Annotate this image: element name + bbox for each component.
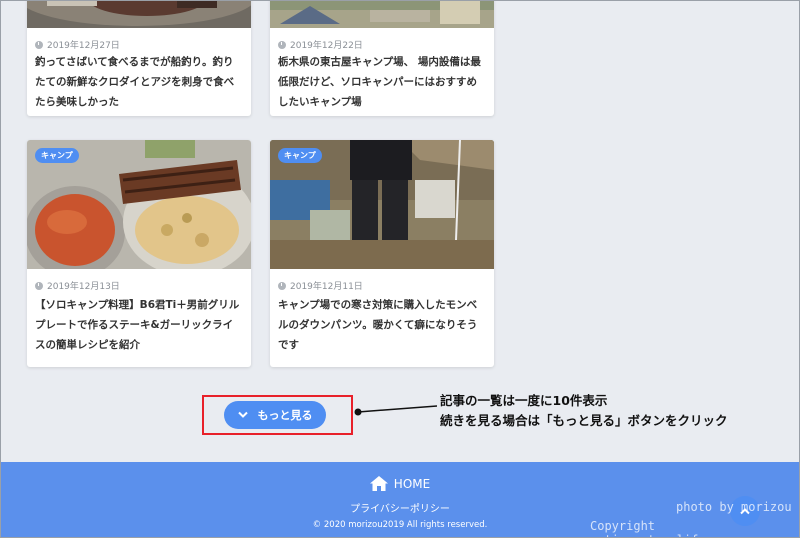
category-badge[interactable]: キャンプ [35, 148, 79, 163]
article-date-text: 2019年12月13日 [47, 282, 120, 292]
home-icon [369, 476, 388, 491]
article-thumbnail[interactable] [270, 0, 494, 28]
article-date: 2019年12月13日 [35, 279, 120, 292]
article-date: 2019年12月22日 [278, 38, 363, 51]
article-date: 2019年12月27日 [35, 38, 120, 51]
clock-icon [278, 281, 286, 290]
watermark-photo: photo by morizou [676, 500, 792, 514]
annotation-line2: 続きを見る場合は「もっと見る」ボタンをクリック [440, 413, 728, 428]
highlight-box [202, 395, 353, 435]
category-badge[interactable]: キャンプ [278, 148, 322, 163]
article-card[interactable]: 2019年12月27日 釣ってさばいて食べるまでが船釣り。釣りたての新鮮なクロダ… [27, 0, 251, 116]
article-card[interactable]: 2019年12月22日 栃木県の東古屋キャンプ場、 場内設備は最低限だけど、ソロ… [270, 0, 494, 116]
article-card[interactable]: キャンプ 2019年12月11日 キャンプ場での寒さ対策に購入したモンベルのダウ… [270, 140, 494, 367]
article-card[interactable]: キャンプ 2019年12月13日 【ソロキャンプ料理】B6君Ti＋男前グリルプレ… [27, 140, 251, 367]
article-thumbnail[interactable]: キャンプ [270, 140, 494, 269]
clock-icon [278, 40, 286, 49]
article-thumbnail[interactable] [27, 0, 251, 28]
article-title[interactable]: キャンプ場での寒さ対策に購入したモンベルのダウンパンツ。暖かくて癖になりそうです [278, 295, 486, 355]
footer-home-label: HOME [393, 476, 431, 491]
article-date: 2019年12月11日 [278, 279, 363, 292]
footer-home-link[interactable]: HOME [0, 476, 800, 491]
article-date-text: 2019年12月22日 [290, 41, 363, 51]
article-thumbnail[interactable]: キャンプ [27, 140, 251, 269]
annotation-connector [354, 405, 437, 416]
article-title[interactable]: 栃木県の東古屋キャンプ場、 場内設備は最低限だけど、ソロキャンパーにはおすすめし… [278, 52, 486, 112]
watermark-copyright: Copyright activenaturelife.com [590, 519, 735, 538]
clock-icon [35, 40, 43, 49]
article-date-text: 2019年12月11日 [290, 282, 363, 292]
clock-icon [35, 281, 43, 290]
article-title[interactable]: 【ソロキャンプ料理】B6君Ti＋男前グリルプレートで作るステーキ&ガーリックライ… [35, 295, 243, 355]
article-date-text: 2019年12月27日 [47, 41, 120, 51]
annotation-line1: 記事の一覧は一度に10件表示 [440, 393, 608, 408]
annotation-text: 記事の一覧は一度に10件表示 続きを見る場合は「もっと見る」ボタンをクリック [440, 391, 728, 431]
article-title[interactable]: 釣ってさばいて食べるまでが船釣り。釣りたての新鮮なクロダイとアジを刺身で食べたら… [35, 52, 243, 112]
